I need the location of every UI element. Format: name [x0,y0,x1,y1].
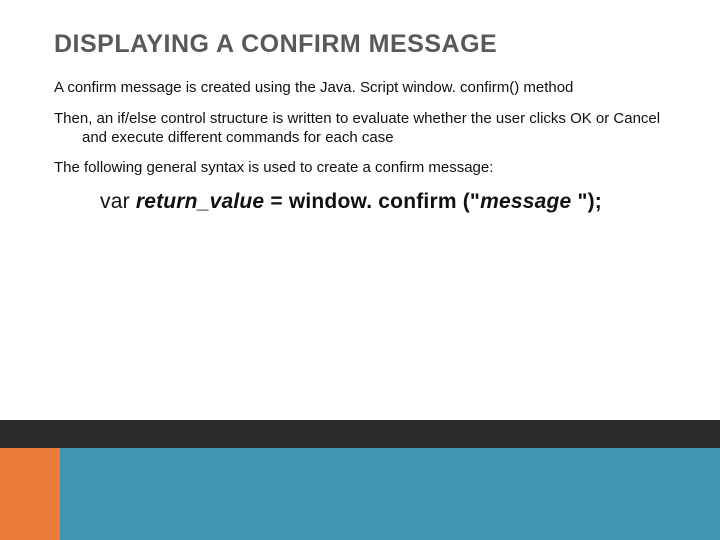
return-value-placeholder: return_value [136,190,264,213]
footer-decoration [0,420,720,540]
keyword-var: var [100,190,130,213]
slide-title: DISPLAYING A CONFIRM MESSAGE [54,30,666,59]
syntax-middle: = window. confirm (" [264,190,480,213]
footer-orange-block [0,448,60,540]
paragraph-1: A confirm message is created using the J… [54,79,666,98]
content-area: DISPLAYING A CONFIRM MESSAGE A confirm m… [54,30,666,214]
footer-teal-block [60,448,720,540]
paragraph-3: The following general syntax is used to … [54,159,666,178]
paragraph-2: Then, an if/else control structure is wr… [54,110,666,148]
slide: DISPLAYING A CONFIRM MESSAGE A confirm m… [0,0,720,540]
syntax-end: "); [577,190,602,213]
syntax-line: var return_value = window. confirm ("mes… [100,190,666,214]
message-placeholder: message [480,190,577,213]
